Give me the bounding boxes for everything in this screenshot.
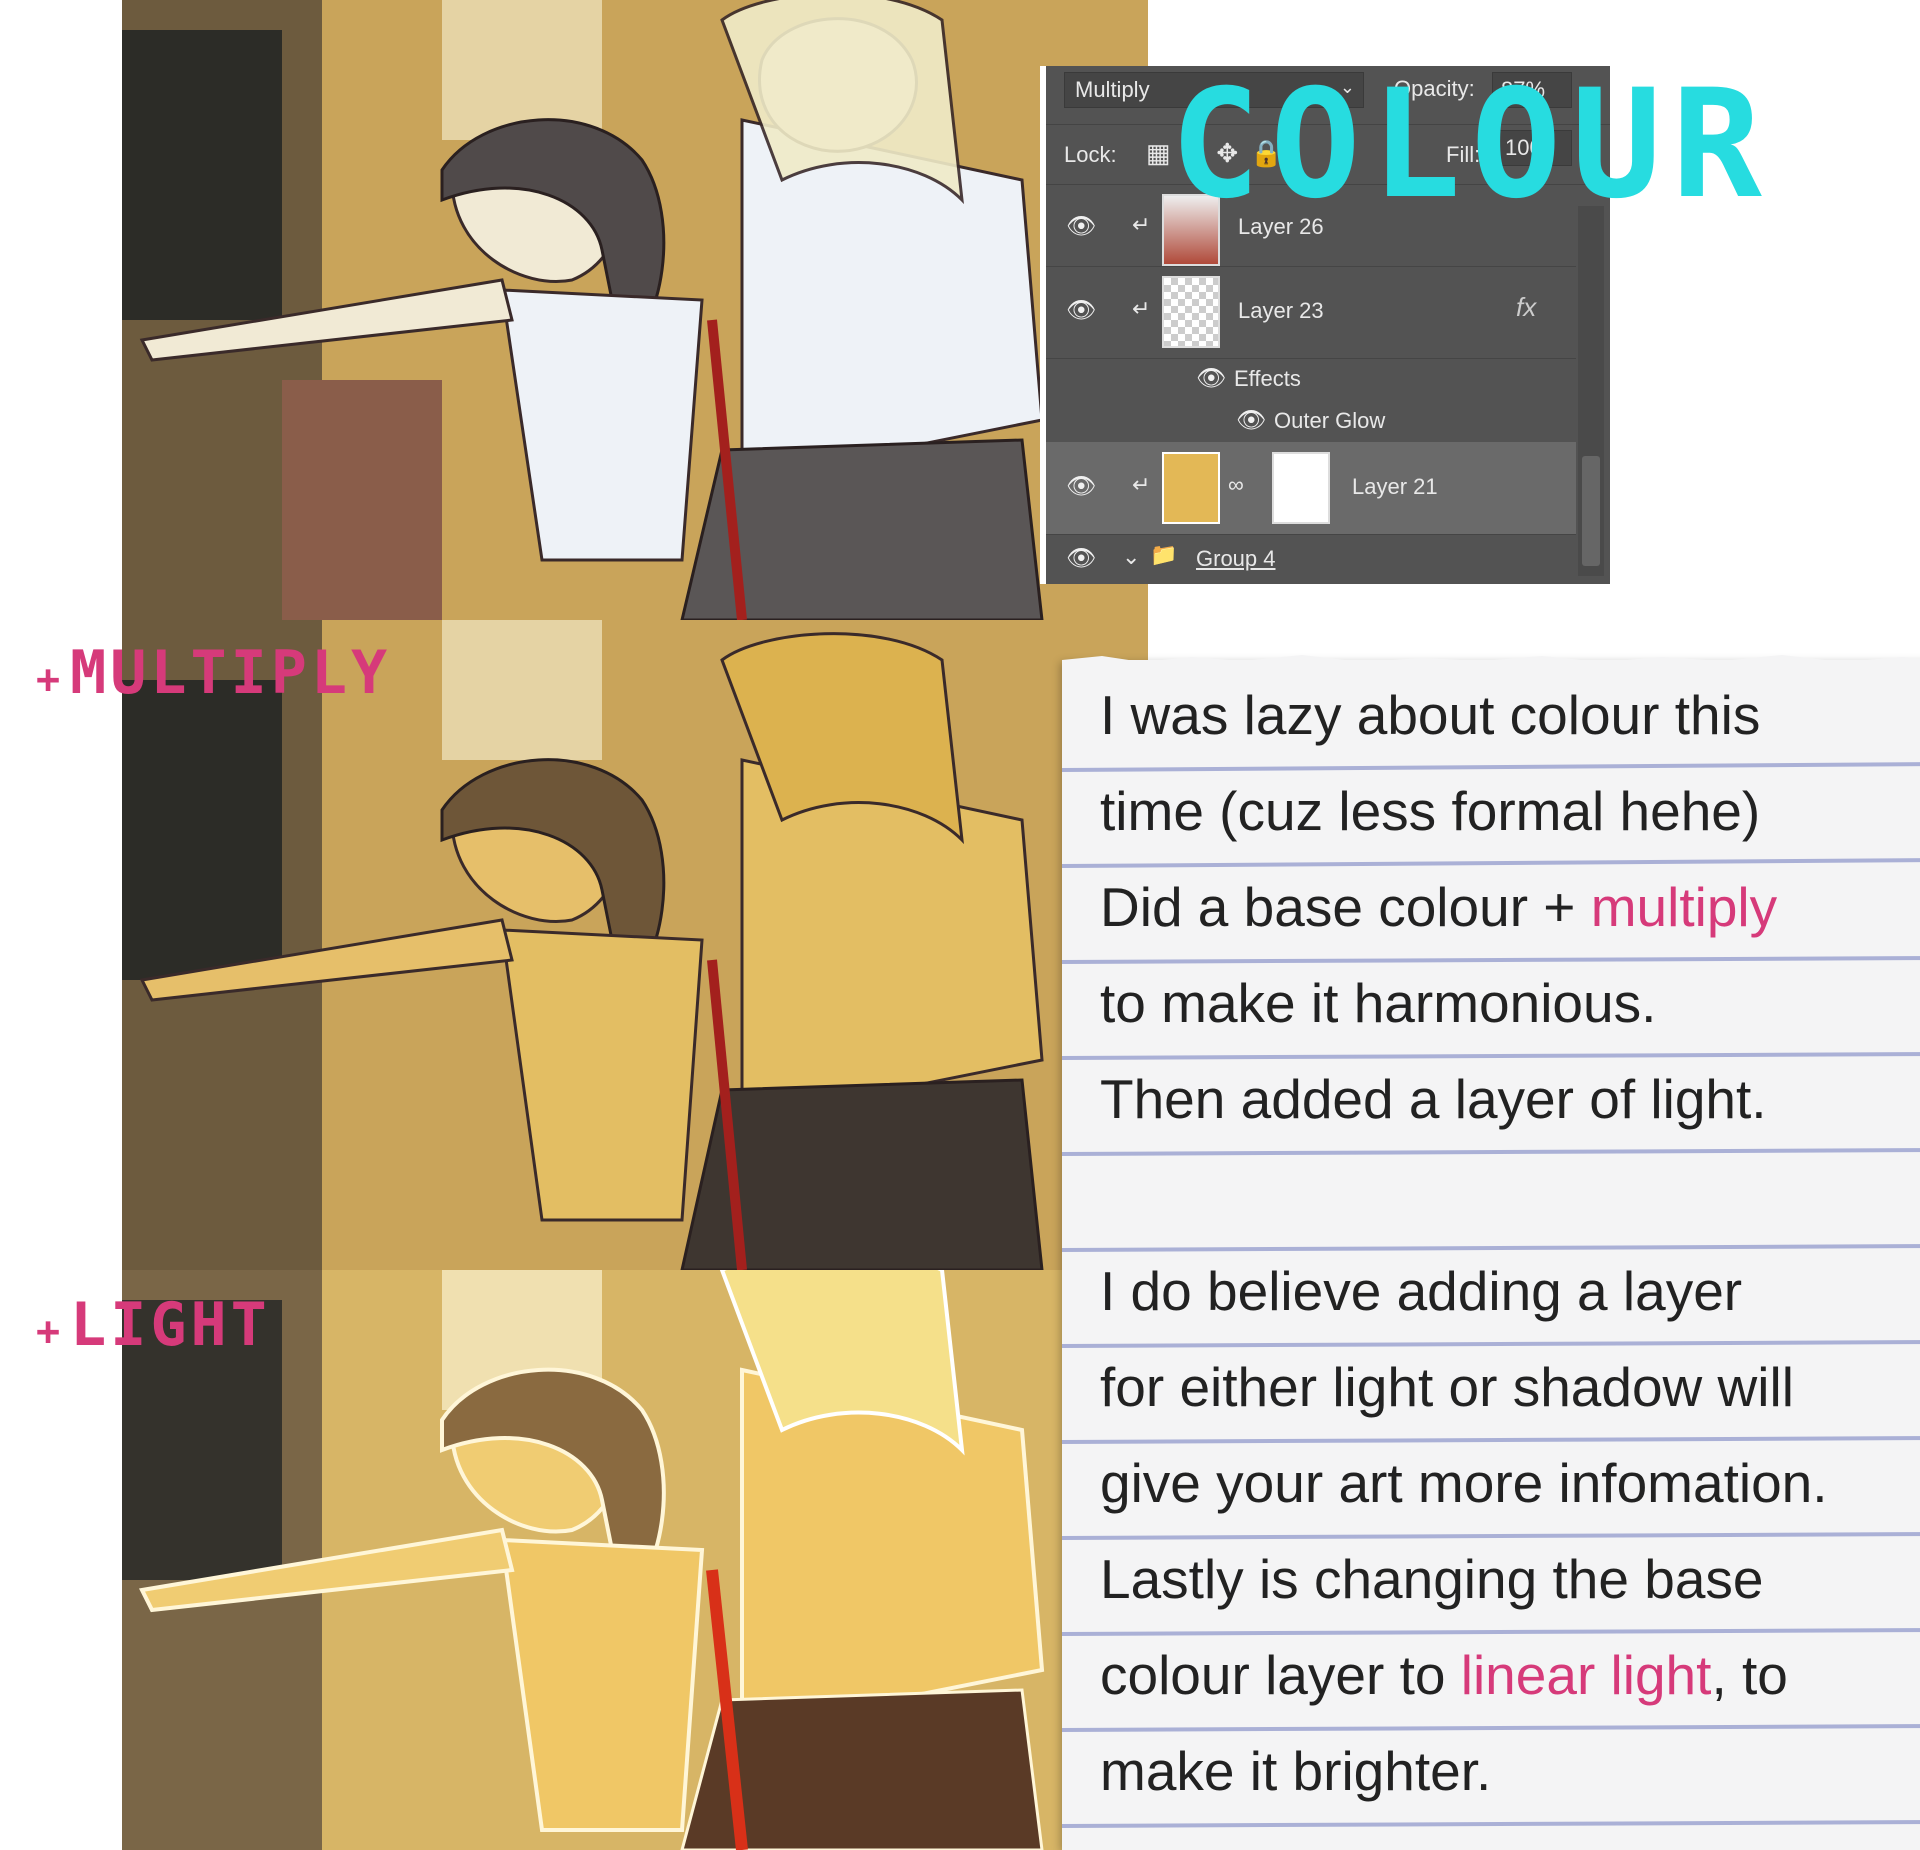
plus-sign: + (36, 1309, 65, 1355)
note-text: Did a base colour + (1100, 876, 1591, 938)
note-line: I do believe adding a layer (1100, 1260, 1743, 1322)
chevron-down-icon[interactable]: ⌄ (1122, 544, 1140, 570)
step-label-light: + LIGHT (36, 1290, 271, 1360)
page-title: COLOUR (1170, 58, 1772, 232)
plus-sign: + (36, 657, 65, 703)
clipping-arrow-icon: ↵ (1132, 472, 1151, 497)
group-name: Group 4 (1196, 546, 1276, 571)
highlight-linear-light: linear light (1460, 1644, 1712, 1706)
note-text: , to (1711, 1644, 1788, 1706)
layer-thumbnail (1162, 276, 1220, 348)
layer-thumbnail (1162, 452, 1220, 524)
step-label-multiply-text: MULTIPLY (70, 638, 392, 708)
outer-glow-label: Outer Glow (1274, 408, 1386, 433)
note-line: to make it harmonious. (1100, 972, 1657, 1034)
note-line: colour layer to linear light, to (1100, 1640, 1788, 1710)
artwork-panel-base (122, 0, 1148, 620)
note-line: Then added a layer of light. (1100, 1068, 1767, 1130)
layer-row-selected[interactable]: 👁 ↵ ∞ Layer 21 (1046, 442, 1576, 535)
eye-icon[interactable]: 👁 (1066, 296, 1096, 325)
note-line: Lastly is changing the base (1100, 1548, 1764, 1610)
note-line: give your art more infomation. (1100, 1452, 1828, 1514)
artwork-panel-light (122, 1270, 1148, 1850)
step-label-multiply: + MULTIPLY (36, 638, 391, 708)
step-label-light-text: LIGHT (70, 1290, 271, 1360)
eye-icon[interactable]: 👁 (1066, 544, 1096, 573)
folder-icon: 📁 (1150, 542, 1178, 567)
layers-scrollbar[interactable] (1578, 206, 1604, 576)
fx-icon[interactable]: fx (1516, 292, 1536, 323)
link-icon[interactable]: ∞ (1228, 472, 1244, 498)
blend-mode-value: Multiply (1075, 77, 1150, 102)
note-line: make it brighter. (1100, 1740, 1492, 1802)
outer-glow-row[interactable]: 👁 Outer Glow (1046, 398, 1576, 442)
group-row[interactable]: 👁 ⌄ 📁 Group 4 (1046, 534, 1576, 584)
note-line: Did a base colour + multiply (1100, 872, 1777, 942)
eye-icon[interactable]: 👁 (1236, 406, 1266, 435)
effects-row[interactable]: 👁 Effects (1046, 358, 1576, 398)
note-line: time (cuz less formal hehe) (1100, 780, 1761, 842)
layer-mask-thumbnail[interactable] (1272, 452, 1330, 524)
layer-name: Layer 21 (1352, 474, 1438, 499)
lock-label: Lock: (1064, 142, 1117, 167)
artwork-base-illustration (122, 0, 1148, 620)
eye-icon[interactable]: 👁 (1066, 212, 1096, 241)
highlight-multiply: multiply (1590, 876, 1778, 938)
note-line: for either light or shadow will (1100, 1356, 1794, 1418)
artwork-light-illustration (122, 1270, 1148, 1850)
layer-row[interactable]: 👁 ↵ Layer 23 fx (1046, 266, 1576, 359)
notes-paper: I was lazy about colour this time (cuz l… (1062, 655, 1920, 1850)
artwork-multiply-illustration (122, 620, 1148, 1270)
artwork-panel-multiply (122, 620, 1148, 1270)
note-text: colour layer to (1100, 1644, 1461, 1706)
eye-icon[interactable]: 👁 (1066, 472, 1096, 501)
note-line: I was lazy about colour this (1100, 684, 1761, 746)
eye-icon[interactable]: 👁 (1196, 364, 1226, 393)
clipping-arrow-icon: ↵ (1132, 296, 1151, 321)
scrollbar-thumb[interactable] (1582, 456, 1600, 566)
clipping-arrow-icon: ↵ (1132, 212, 1151, 237)
effects-label: Effects (1234, 366, 1301, 391)
layer-name: Layer 23 (1238, 298, 1324, 323)
